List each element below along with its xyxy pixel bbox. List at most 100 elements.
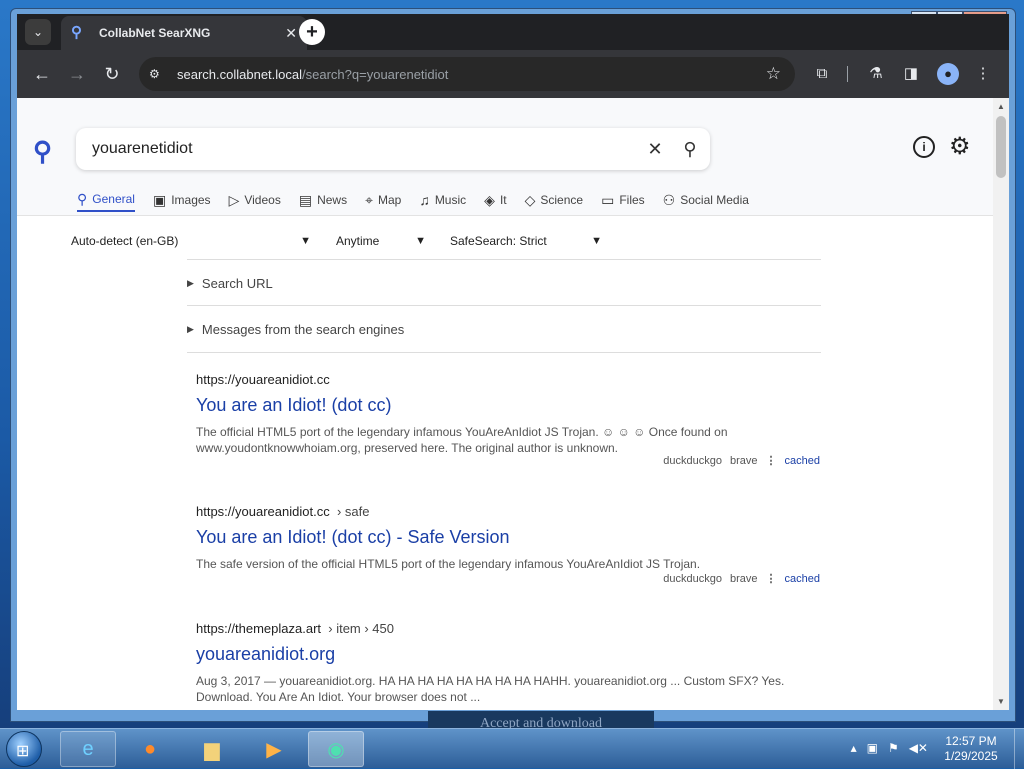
search-box: ✕ ⚲	[76, 128, 710, 170]
tab-map[interactable]: ⌖ Map	[365, 188, 401, 212]
network-icon[interactable]: ▣	[867, 741, 878, 755]
engine-label: brave	[729, 454, 758, 467]
result-title-link[interactable]: You are an Idiot! (dot cc) - Safe Versio…	[196, 527, 816, 548]
tab-label: Files	[619, 193, 645, 207]
start-button[interactable]: ⊞	[6, 731, 42, 767]
tab-social-media[interactable]: ⚇ Social Media	[663, 188, 749, 212]
clear-search-button[interactable]: ✕	[640, 139, 670, 160]
newspaper-icon: ▤	[298, 191, 313, 208]
system-clock[interactable]: 12:57 PM 1/29/2025	[932, 734, 1010, 764]
tab-label: Social Media	[680, 193, 749, 207]
map-pin-icon: ⌖	[365, 191, 373, 208]
tab-close-button[interactable]: ✕	[285, 25, 297, 42]
users-icon: ⚇	[662, 191, 676, 208]
result-item: https://youareanidiot.cc You are an Idio…	[196, 372, 820, 467]
toolbar-divider	[847, 66, 848, 82]
new-tab-button[interactable]: +	[299, 19, 325, 45]
side-panel-icon[interactable]: ◨	[900, 63, 922, 85]
search-icon: ⚲	[683, 138, 697, 159]
layers-icon: ◈	[484, 191, 495, 208]
page-scrollbar[interactable]: ▲ ▼	[993, 98, 1009, 710]
tab-strip: ⌄ ⚲ CollabNet SearXNG ✕ +	[17, 14, 1009, 50]
profile-avatar-icon[interactable]: ●	[937, 63, 959, 85]
result-snippet: Aug 3, 2017 — youareanidiot.org. HA HA H…	[196, 674, 785, 704]
tab-news[interactable]: ▤ News	[299, 188, 347, 212]
search-header: ⚲ ✕ ⚲ i ⚙ ⚲ General ▣ Images ▷ Videos ▤ News…	[17, 98, 993, 216]
cached-link[interactable]: cached	[785, 455, 820, 467]
result-item: https://youareanidiot.cc › safe You are …	[196, 504, 820, 585]
tab-label: Music	[434, 193, 467, 207]
close-icon: ✕	[647, 138, 663, 159]
result-url[interactable]: https://youareanidiot.cc › safe	[196, 504, 816, 519]
reload-icon: ↻	[104, 64, 120, 84]
search-url-details[interactable]: ▶ Search URL	[187, 259, 821, 306]
clock-time: 12:57 PM	[945, 734, 997, 748]
labs-flask-icon[interactable]: ⚗	[865, 63, 887, 85]
music-note-icon: ♫	[419, 192, 430, 208]
dropdown-caret-icon: ▼	[591, 235, 602, 247]
back-button[interactable]: ←	[31, 63, 53, 85]
searxng-logo-icon[interactable]: ⚲	[33, 136, 52, 167]
result-snippet: The safe version of the official HTML5 p…	[196, 557, 701, 571]
language-select[interactable]: Auto-detect (en-GB) ▼	[71, 234, 311, 248]
files-icon: ▭	[601, 191, 615, 208]
search-input[interactable]	[90, 139, 640, 159]
tab-music[interactable]: ♫ Music	[419, 188, 466, 212]
show-hidden-icons-icon[interactable]: ▴	[851, 741, 857, 755]
tab-label: General	[92, 192, 135, 206]
search-filters: Auto-detect (en-GB) ▼ Anytime ▼ SafeSear…	[71, 234, 631, 254]
action-center-flag-icon[interactable]: ⚑	[888, 741, 899, 755]
tab-science[interactable]: ◇ Science	[525, 188, 583, 212]
tab-search-button[interactable]: ⌄	[25, 19, 51, 45]
search-submit-button[interactable]: ⚲	[670, 139, 710, 160]
result-title-link[interactable]: youareanidiot.org	[196, 644, 816, 665]
cached-link[interactable]: cached	[785, 573, 820, 585]
scroll-down-icon[interactable]: ▼	[997, 697, 1005, 706]
firefox-icon[interactable]: ●	[122, 731, 178, 767]
scroll-up-icon[interactable]: ▲	[997, 102, 1005, 111]
more-vertical-icon[interactable]: ⋮	[766, 454, 777, 467]
tab-files[interactable]: ▭ Files	[601, 188, 645, 212]
tab-videos[interactable]: ▷ Videos	[229, 188, 281, 212]
url-host: search.collabnet.local	[177, 66, 303, 82]
more-vertical-icon[interactable]: ⋮	[766, 572, 777, 585]
tab-label: Map	[377, 193, 402, 207]
more-menu-icon[interactable]: ⋮	[972, 63, 994, 85]
search-favicon-icon: ⚲	[71, 24, 82, 41]
arrow-right-icon: →	[68, 64, 86, 84]
engine-messages-details[interactable]: ▶ Messages from the search engines	[187, 305, 821, 353]
file-explorer-icon[interactable]: ▆	[184, 731, 240, 767]
browser-toolbar: ← → ↻ ⚙ search.collabnet.local/search?q=…	[17, 50, 1009, 98]
scroll-thumb[interactable]	[996, 116, 1006, 178]
address-bar[interactable]: ⚙ search.collabnet.local/search?q=youare…	[139, 57, 795, 91]
reload-button[interactable]: ↻	[101, 63, 123, 85]
result-title-link[interactable]: You are an Idiot! (dot cc)	[196, 395, 816, 416]
site-info-icon[interactable]: ⚙	[149, 67, 167, 81]
tab-it[interactable]: ◈ It	[484, 188, 506, 212]
tab-title: CollabNet SearXNG	[99, 26, 211, 40]
image-icon: ▣	[152, 191, 167, 208]
result-breadcrumb: › item › 450	[328, 621, 394, 636]
result-url[interactable]: https://youareanidiot.cc	[196, 372, 816, 387]
gear-icon[interactable]: ⚙	[949, 132, 971, 161]
tab-general[interactable]: ⚲ General	[77, 188, 135, 212]
result-url[interactable]: https://themeplaza.art › item › 450	[196, 621, 816, 636]
result-engines: duckduckgo brave ⋮ cached	[663, 454, 820, 468]
media-player-icon[interactable]: ▶	[246, 731, 302, 767]
engine-label: duckduckgo	[663, 454, 722, 467]
tab-images[interactable]: ▣ Images	[153, 188, 211, 212]
chrome-app-icon[interactable]: ◉	[308, 731, 364, 767]
time-range-select[interactable]: Anytime ▼	[336, 234, 426, 248]
info-icon[interactable]: i	[913, 136, 935, 158]
show-desktop-button[interactable]	[1014, 729, 1024, 769]
tab-active[interactable]: ⚲ CollabNet SearXNG ✕	[61, 16, 307, 50]
result-breadcrumb: › safe	[336, 504, 370, 519]
forward-button[interactable]: →	[66, 63, 88, 85]
internet-explorer-icon[interactable]: e	[60, 731, 116, 767]
volume-muted-icon[interactable]: ◀✕	[909, 741, 928, 755]
graduation-cap-icon: ◇	[524, 191, 536, 208]
bookmark-star-icon[interactable]: ☆	[766, 64, 781, 84]
extensions-icon[interactable]: ⧉	[811, 63, 833, 85]
safesearch-select[interactable]: SafeSearch: Strict ▼	[450, 234, 602, 248]
search-icon: ⚲	[77, 190, 88, 207]
